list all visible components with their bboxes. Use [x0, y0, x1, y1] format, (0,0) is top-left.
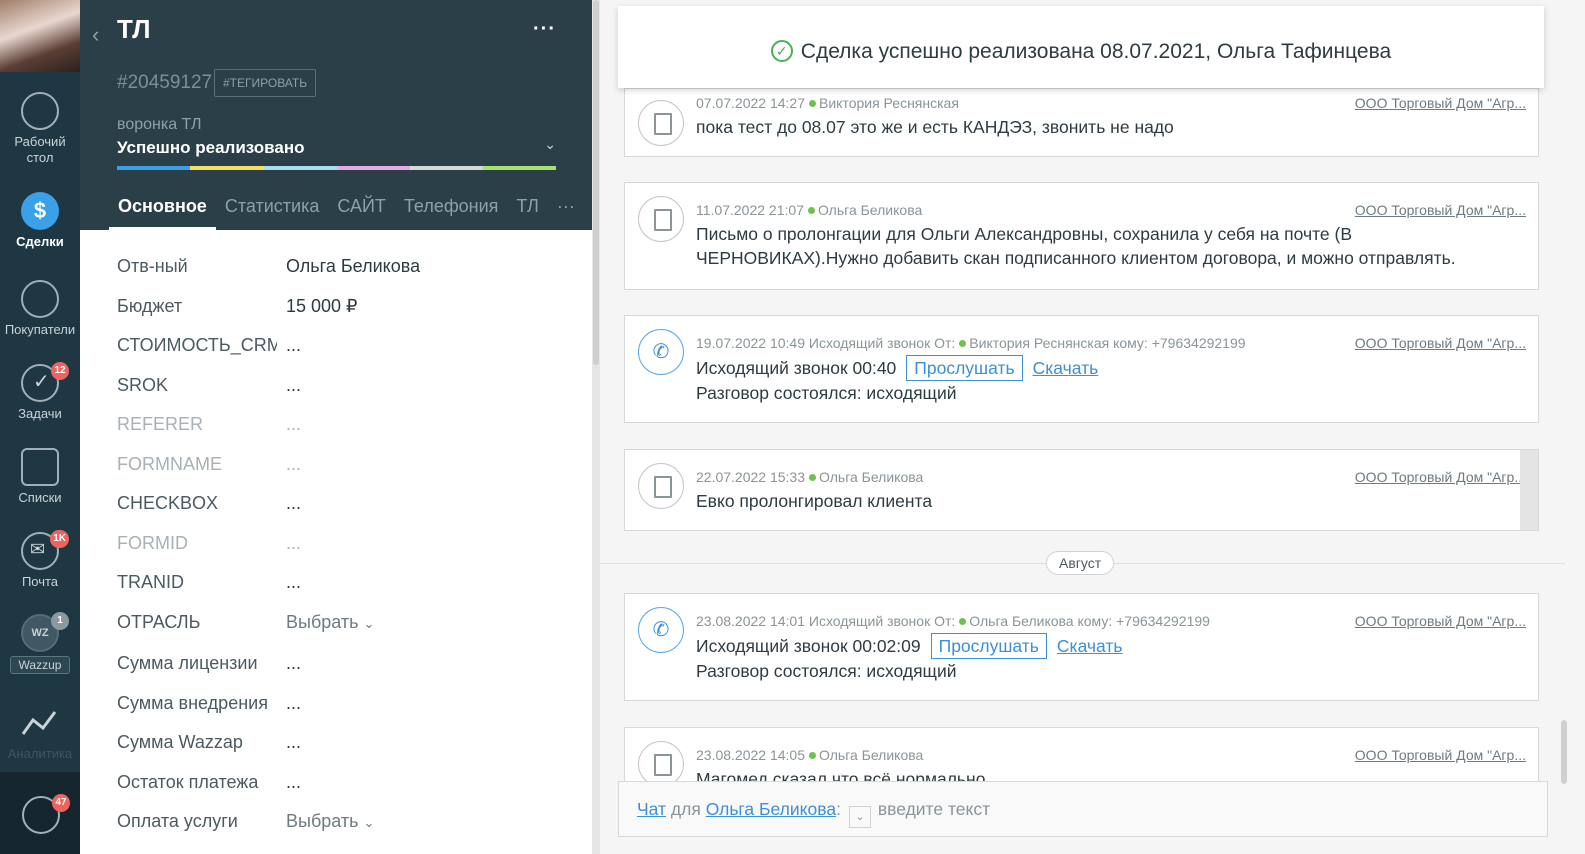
progress-segment: [263, 166, 337, 170]
progress-segment: [409, 166, 483, 170]
mail-badge: 1K: [50, 530, 69, 548]
wazzup-label: Wazzup: [9, 656, 71, 674]
nav-mail[interactable]: ✉ 1K Почта: [0, 530, 80, 590]
nav-customers[interactable]: Покупатели: [0, 280, 80, 338]
month-divider: Август: [1046, 551, 1115, 575]
chat-icon[interactable]: 47: [22, 794, 70, 834]
tab-tl[interactable]: ТЛ: [507, 196, 547, 230]
feed-note: 07.07.2022 14:27 Виктория Реснянская ООО …: [624, 88, 1539, 157]
user-avatar[interactable]: [0, 0, 80, 72]
company-link[interactable]: ООО Торговый Дом "Агр...: [1355, 747, 1526, 763]
tasks-badge: 12: [51, 362, 69, 380]
outgoing-call-icon: ✆: [638, 607, 684, 653]
progress-segment: [336, 166, 410, 170]
progress-segment: [190, 166, 264, 170]
funnel-progress-bar: [117, 166, 557, 170]
tab-main[interactable]: Основное: [109, 196, 216, 230]
chevron-down-icon[interactable]: ⌄: [544, 136, 556, 153]
left-nav: Рабочий стол $ Сделки Покупатели ✓ 12 За…: [0, 0, 80, 854]
chat-nav-area: 47: [0, 772, 80, 854]
online-dot-icon: [809, 474, 816, 482]
chat-badge: 47: [52, 794, 70, 812]
note-icon: [638, 463, 684, 509]
chevron-down-icon: ⌄: [363, 815, 375, 830]
more-menu-icon[interactable]: ···: [533, 18, 556, 41]
dashboard-icon: [21, 92, 59, 130]
download-link[interactable]: Скачать: [1033, 358, 1099, 378]
tab-statistics[interactable]: Статистика: [216, 196, 329, 230]
check-circle-icon: ✓: [770, 40, 793, 62]
nav-lists[interactable]: Списки: [0, 448, 80, 506]
note-scrollbar[interactable]: [1520, 450, 1538, 530]
company-link[interactable]: ООО Торговый Дом "Агр...: [1355, 469, 1526, 485]
feed-call: ✆ 23.08.2022 14:01 Исходящий звонок От: О…: [624, 593, 1539, 701]
tabs-more-icon[interactable]: ···: [548, 196, 584, 230]
download-link[interactable]: Скачать: [1057, 636, 1123, 656]
nav-analytics[interactable]: Аналитика: [0, 704, 80, 762]
tab-telephony[interactable]: Телефония: [395, 196, 507, 230]
chat-recipient-link[interactable]: Ольга Беликова: [706, 799, 836, 819]
feed-note: 22.07.2022 15:33 Ольга Беликова ООО Торго…: [624, 449, 1539, 531]
deal-id: #20459127: [117, 72, 213, 93]
funnel-label: воронка ТЛ: [117, 116, 202, 133]
company-link[interactable]: ООО Торговый Дом "Агр...: [1355, 95, 1526, 111]
tab-site[interactable]: САЙТ: [328, 196, 395, 230]
lists-icon: [21, 448, 59, 486]
deals-icon: $: [21, 192, 59, 230]
deal-title[interactable]: ТЛ: [117, 14, 150, 45]
nav-deals[interactable]: $ Сделки: [0, 192, 80, 250]
feed-scrollbar-thumb[interactable]: [1561, 720, 1567, 784]
company-link[interactable]: ООО Торговый Дом "Агр...: [1355, 202, 1526, 218]
company-link[interactable]: ООО Торговый Дом "Агр...: [1355, 613, 1526, 629]
chat-input-bar[interactable]: Чат для Ольга Беликова: ⌄ введите текст: [618, 781, 1548, 837]
listen-button[interactable]: Прослушать: [930, 633, 1047, 659]
deal-fields-panel: Отв-ный Ольга Беликова Бюджет 15 000 ₽ СТО…: [80, 230, 592, 854]
chevron-down-icon: ⌄: [363, 616, 375, 631]
activity-feed: 07.07.2022 14:27 Виктория Реснянская ООО …: [600, 0, 1585, 854]
fields-scrollbar[interactable]: [592, 0, 600, 854]
online-dot-icon: [959, 340, 967, 348]
customers-icon: [21, 280, 59, 318]
feed-note: 11.07.2022 21:07 Ольга Беликова ООО Торго…: [624, 182, 1539, 290]
chat-type-link[interactable]: Чат: [637, 799, 666, 819]
nav-tasks[interactable]: ✓ 12 Задачи: [0, 362, 80, 422]
online-dot-icon: [809, 752, 816, 760]
company-link[interactable]: ООО Торговый Дом "Агр...: [1355, 335, 1526, 351]
wazzup-icon: WZ 1: [21, 612, 69, 652]
feed-call: ✆ 19.07.2022 10:49 Исходящий звонок От: В…: [624, 315, 1539, 423]
card-tabs: Основное Статистика САЙТ Телефония ТЛ ··…: [109, 196, 584, 230]
deal-card-header: ‹ ТЛ ··· #20459127 #ТЕГИРОВАТЬ воронка Т…: [80, 0, 592, 230]
online-dot-icon: [807, 207, 815, 215]
success-notice: ✓ Сделка успешно реализована 08.07.2021, …: [618, 6, 1544, 88]
note-icon: [638, 100, 684, 146]
outgoing-call-icon: ✆: [638, 329, 684, 375]
wazzup-badge: 1: [51, 612, 69, 630]
mail-icon: ✉ 1K: [21, 530, 69, 570]
listen-button[interactable]: Прослушать: [906, 355, 1023, 381]
fields-scrollbar-thumb[interactable]: [593, 0, 599, 365]
nav-wazzup[interactable]: WZ 1 Wazzup: [0, 612, 80, 674]
online-dot-icon: [959, 618, 967, 626]
chevron-down-icon[interactable]: ⌄: [848, 806, 871, 828]
tasks-icon: ✓ 12: [21, 362, 69, 402]
progress-segment: [117, 166, 191, 170]
feed-scrollbar[interactable]: [1560, 0, 1568, 854]
online-dot-icon: [809, 100, 816, 108]
wazzup-logo-text: WZ: [31, 627, 49, 639]
analytics-icon: [21, 704, 59, 742]
progress-segment: [482, 166, 557, 170]
tag-button[interactable]: #ТЕГИРОВАТЬ: [214, 69, 317, 97]
back-chevron-icon[interactable]: ‹: [92, 22, 99, 48]
note-icon: [638, 196, 684, 242]
nav-dashboard[interactable]: Рабочий стол: [0, 92, 80, 166]
funnel-status-select[interactable]: Успешно реализовано: [117, 138, 305, 158]
chat-input-placeholder[interactable]: введите текст: [878, 799, 990, 819]
